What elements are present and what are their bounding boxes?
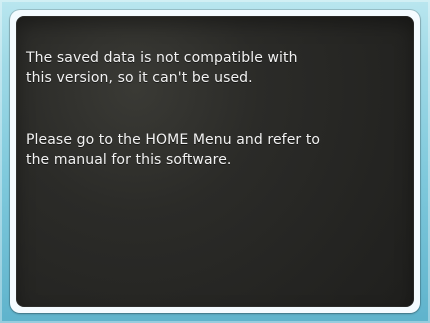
message-dialog: The saved data is not compatible with th… [10, 10, 420, 313]
message-text: The saved data is not compatible with th… [26, 28, 386, 190]
message-paragraph-2: Please go to the HOME Menu and refer to … [26, 132, 321, 168]
message-panel: The saved data is not compatible with th… [16, 16, 414, 307]
message-paragraph-1: The saved data is not compatible with th… [26, 50, 298, 86]
